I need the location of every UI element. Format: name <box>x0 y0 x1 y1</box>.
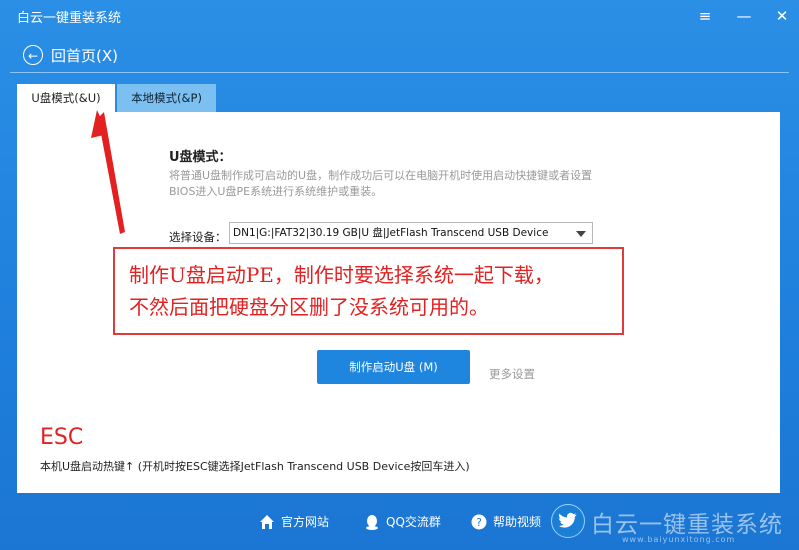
help-video-label: 帮助视频 <box>493 515 542 529</box>
help-icon: ? <box>471 514 487 529</box>
help-video-link[interactable]: ? 帮助视频 <box>471 513 541 530</box>
watermark-url: www.baiyunxitong.com <box>622 535 736 544</box>
qq-group-label: QQ交流群 <box>386 515 441 529</box>
watermark-logo: 白云一键重装系统 <box>591 512 783 538</box>
official-site-label: 官方网站 <box>281 515 330 529</box>
app-window: 白云一键重装系统 ≡ — ✕ ← 回首页(X) U盘模式(&U) 本地模式(&P… <box>0 0 799 550</box>
official-site-link[interactable]: 官方网站 <box>259 513 329 530</box>
svg-text:?: ? <box>476 516 482 529</box>
bird-icon <box>551 504 585 538</box>
home-icon <box>260 514 274 529</box>
qq-group-link[interactable]: QQ交流群 <box>364 513 441 530</box>
qq-icon <box>366 514 378 530</box>
annotation-arrow <box>91 110 125 234</box>
